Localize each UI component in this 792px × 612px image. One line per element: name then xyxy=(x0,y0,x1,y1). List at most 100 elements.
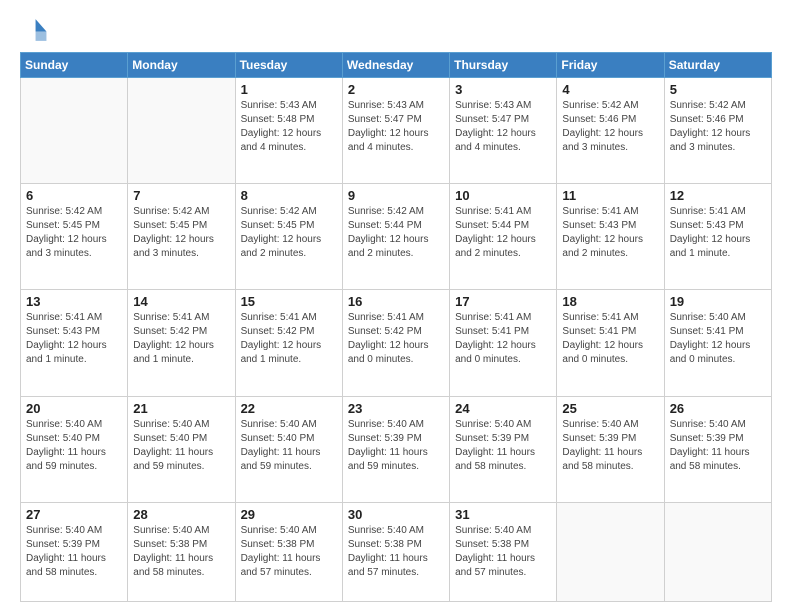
logo-icon xyxy=(20,16,48,44)
day-number: 7 xyxy=(133,188,229,203)
calendar-cell: 10 Sunrise: 5:41 AM Sunset: 5:44 PM Dayli… xyxy=(450,184,557,290)
day-header-tuesday: Tuesday xyxy=(235,53,342,78)
day-number: 17 xyxy=(455,294,551,309)
day-number: 2 xyxy=(348,82,444,97)
day-number: 30 xyxy=(348,507,444,522)
cell-info: Sunrise: 5:41 AM Sunset: 5:42 PM Dayligh… xyxy=(241,311,337,367)
calendar-cell: 4 Sunrise: 5:42 AM Sunset: 5:46 PM Daylig… xyxy=(557,78,664,184)
cell-info: Sunrise: 5:40 AM Sunset: 5:39 PM Dayligh… xyxy=(670,418,766,474)
day-header-monday: Monday xyxy=(128,53,235,78)
cell-info: Sunrise: 5:41 AM Sunset: 5:44 PM Dayligh… xyxy=(455,205,551,261)
calendar-header-row: SundayMondayTuesdayWednesdayThursdayFrid… xyxy=(21,53,772,78)
calendar-cell: 11 Sunrise: 5:41 AM Sunset: 5:43 PM Dayli… xyxy=(557,184,664,290)
calendar-cell: 19 Sunrise: 5:40 AM Sunset: 5:41 PM Dayli… xyxy=(664,290,771,396)
calendar-cell: 23 Sunrise: 5:40 AM Sunset: 5:39 PM Dayli… xyxy=(342,396,449,502)
calendar-cell: 25Sunrise: 5:40 AM Sunset: 5:39 PM Dayli… xyxy=(557,396,664,502)
cell-info: Sunrise: 5:41 AM Sunset: 5:41 PM Dayligh… xyxy=(562,311,658,367)
cell-info: Sunrise: 5:40 AM Sunset: 5:38 PM Dayligh… xyxy=(241,524,337,580)
cell-info: Sunrise: 5:41 AM Sunset: 5:42 PM Dayligh… xyxy=(348,311,444,367)
day-header-friday: Friday xyxy=(557,53,664,78)
day-number: 22 xyxy=(241,401,337,416)
day-number: 9 xyxy=(348,188,444,203)
day-number: 13 xyxy=(26,294,122,309)
day-number: 29 xyxy=(241,507,337,522)
calendar-cell: 8Sunrise: 5:42 AM Sunset: 5:45 PM Daylig… xyxy=(235,184,342,290)
cell-info: Sunrise: 5:42 AM Sunset: 5:46 PM Dayligh… xyxy=(562,99,658,155)
day-header-sunday: Sunday xyxy=(21,53,128,78)
calendar-cell xyxy=(21,78,128,184)
cell-info: Sunrise: 5:42 AM Sunset: 5:44 PM Dayligh… xyxy=(348,205,444,261)
day-number: 21 xyxy=(133,401,229,416)
cell-info: Sunrise: 5:40 AM Sunset: 5:38 PM Dayligh… xyxy=(455,524,551,580)
calendar-cell: 1Sunrise: 5:43 AM Sunset: 5:48 PM Daylig… xyxy=(235,78,342,184)
day-number: 8 xyxy=(241,188,337,203)
day-header-wednesday: Wednesday xyxy=(342,53,449,78)
day-number: 25 xyxy=(562,401,658,416)
calendar-week-3: 13 Sunrise: 5:41 AM Sunset: 5:43 PM Dayli… xyxy=(21,290,772,396)
cell-info: Sunrise: 5:42 AM Sunset: 5:45 PM Dayligh… xyxy=(26,205,122,261)
cell-info: Sunrise: 5:42 AM Sunset: 5:45 PM Dayligh… xyxy=(133,205,229,261)
cell-info: Sunrise: 5:41 AM Sunset: 5:42 PM Dayligh… xyxy=(133,311,229,367)
day-number: 4 xyxy=(562,82,658,97)
day-number: 23 xyxy=(348,401,444,416)
calendar-cell: 29 Sunrise: 5:40 AM Sunset: 5:38 PM Dayli… xyxy=(235,502,342,601)
calendar-cell: 7 Sunrise: 5:42 AM Sunset: 5:45 PM Daylig… xyxy=(128,184,235,290)
day-number: 28 xyxy=(133,507,229,522)
day-number: 12 xyxy=(670,188,766,203)
calendar-cell: 24 Sunrise: 5:40 AM Sunset: 5:39 PM Dayli… xyxy=(450,396,557,502)
cell-info: Sunrise: 5:40 AM Sunset: 5:39 PM Dayligh… xyxy=(455,418,551,474)
header xyxy=(20,16,772,44)
day-number: 1 xyxy=(241,82,337,97)
calendar-cell: 21 Sunrise: 5:40 AM Sunset: 5:40 PM Dayli… xyxy=(128,396,235,502)
calendar-week-5: 27 Sunrise: 5:40 AM Sunset: 5:39 PM Dayli… xyxy=(21,502,772,601)
cell-info: Sunrise: 5:40 AM Sunset: 5:41 PM Dayligh… xyxy=(670,311,766,367)
cell-info: Sunrise: 5:40 AM Sunset: 5:38 PM Dayligh… xyxy=(348,524,444,580)
day-number: 27 xyxy=(26,507,122,522)
calendar-cell: 3Sunrise: 5:43 AM Sunset: 5:47 PM Daylig… xyxy=(450,78,557,184)
calendar-cell: 18 Sunrise: 5:41 AM Sunset: 5:41 PM Dayli… xyxy=(557,290,664,396)
calendar-cell: 5 Sunrise: 5:42 AM Sunset: 5:46 PM Daylig… xyxy=(664,78,771,184)
cell-info: Sunrise: 5:41 AM Sunset: 5:41 PM Dayligh… xyxy=(455,311,551,367)
calendar-cell: 27 Sunrise: 5:40 AM Sunset: 5:39 PM Dayli… xyxy=(21,502,128,601)
cell-info: Sunrise: 5:41 AM Sunset: 5:43 PM Dayligh… xyxy=(562,205,658,261)
day-number: 20 xyxy=(26,401,122,416)
calendar-cell: 6 Sunrise: 5:42 AM Sunset: 5:45 PM Daylig… xyxy=(21,184,128,290)
cell-info: Sunrise: 5:40 AM Sunset: 5:39 PM Dayligh… xyxy=(348,418,444,474)
calendar-cell: 31Sunrise: 5:40 AM Sunset: 5:38 PM Dayli… xyxy=(450,502,557,601)
cell-info: Sunrise: 5:40 AM Sunset: 5:40 PM Dayligh… xyxy=(133,418,229,474)
day-number: 6 xyxy=(26,188,122,203)
cell-info: Sunrise: 5:40 AM Sunset: 5:39 PM Dayligh… xyxy=(26,524,122,580)
logo xyxy=(20,16,52,44)
calendar-cell: 30 Sunrise: 5:40 AM Sunset: 5:38 PM Dayli… xyxy=(342,502,449,601)
day-number: 11 xyxy=(562,188,658,203)
calendar-cell: 22Sunrise: 5:40 AM Sunset: 5:40 PM Dayli… xyxy=(235,396,342,502)
calendar-week-2: 6 Sunrise: 5:42 AM Sunset: 5:45 PM Daylig… xyxy=(21,184,772,290)
calendar-cell xyxy=(557,502,664,601)
calendar-week-4: 20 Sunrise: 5:40 AM Sunset: 5:40 PM Dayli… xyxy=(21,396,772,502)
cell-info: Sunrise: 5:43 AM Sunset: 5:47 PM Dayligh… xyxy=(348,99,444,155)
calendar-cell: 16 Sunrise: 5:41 AM Sunset: 5:42 PM Dayli… xyxy=(342,290,449,396)
day-header-saturday: Saturday xyxy=(664,53,771,78)
cell-info: Sunrise: 5:40 AM Sunset: 5:40 PM Dayligh… xyxy=(26,418,122,474)
calendar-week-1: 1Sunrise: 5:43 AM Sunset: 5:48 PM Daylig… xyxy=(21,78,772,184)
calendar-cell: 9 Sunrise: 5:42 AM Sunset: 5:44 PM Daylig… xyxy=(342,184,449,290)
calendar-cell: 26 Sunrise: 5:40 AM Sunset: 5:39 PM Dayli… xyxy=(664,396,771,502)
day-number: 24 xyxy=(455,401,551,416)
day-number: 19 xyxy=(670,294,766,309)
day-number: 16 xyxy=(348,294,444,309)
calendar-cell xyxy=(664,502,771,601)
day-number: 10 xyxy=(455,188,551,203)
cell-info: Sunrise: 5:41 AM Sunset: 5:43 PM Dayligh… xyxy=(26,311,122,367)
day-number: 14 xyxy=(133,294,229,309)
cell-info: Sunrise: 5:42 AM Sunset: 5:46 PM Dayligh… xyxy=(670,99,766,155)
day-number: 5 xyxy=(670,82,766,97)
day-number: 26 xyxy=(670,401,766,416)
calendar-cell: 15Sunrise: 5:41 AM Sunset: 5:42 PM Dayli… xyxy=(235,290,342,396)
day-number: 18 xyxy=(562,294,658,309)
day-header-thursday: Thursday xyxy=(450,53,557,78)
calendar-cell: 14 Sunrise: 5:41 AM Sunset: 5:42 PM Dayli… xyxy=(128,290,235,396)
calendar-cell: 13 Sunrise: 5:41 AM Sunset: 5:43 PM Dayli… xyxy=(21,290,128,396)
calendar-cell: 17 Sunrise: 5:41 AM Sunset: 5:41 PM Dayli… xyxy=(450,290,557,396)
calendar: SundayMondayTuesdayWednesdayThursdayFrid… xyxy=(20,52,772,602)
cell-info: Sunrise: 5:40 AM Sunset: 5:38 PM Dayligh… xyxy=(133,524,229,580)
